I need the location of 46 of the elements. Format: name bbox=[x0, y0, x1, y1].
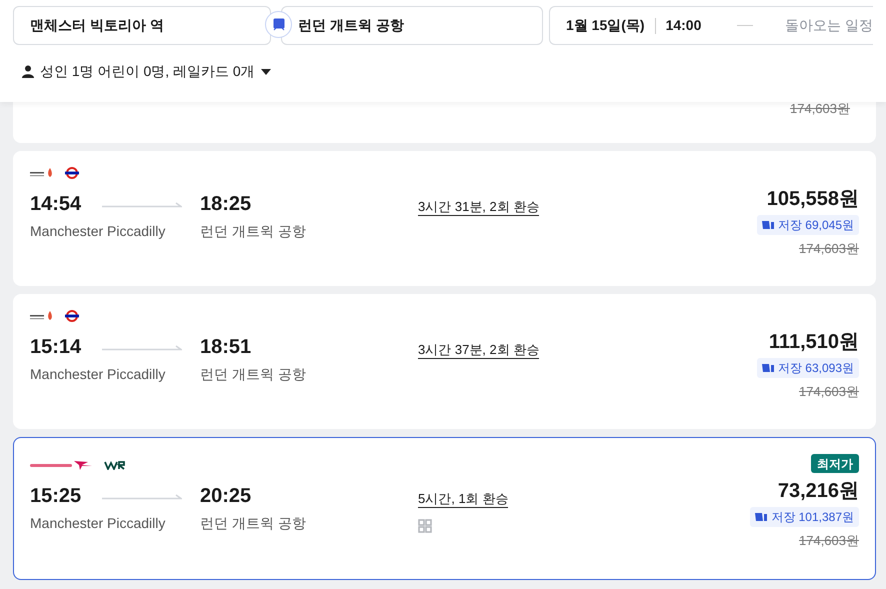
price: 105,558원 bbox=[766, 187, 859, 212]
result-card[interactable]: 최저가 15:25 Manchester Piccadilly 20:25 런던 개트윅 공항 5시간, 1회 환승 73,216원 저장 101,387원 174,603원 bbox=[13, 437, 876, 580]
arrival-time: 18:51 bbox=[200, 335, 252, 360]
original-price: 174,603원 bbox=[799, 532, 859, 550]
time-text: 14:00 bbox=[666, 16, 702, 35]
arrival-station: 런던 개트윅 공항 bbox=[200, 223, 306, 239]
departure-time: 14:54 bbox=[30, 192, 82, 217]
destination-field[interactable]: 런던 개트윅 공항 bbox=[281, 6, 543, 45]
saving-text: 저장 63,093원 bbox=[778, 360, 854, 377]
result-card[interactable]: 174,603원 bbox=[13, 100, 876, 143]
caret-icon bbox=[260, 68, 271, 74]
date-text: 1월 15일(목) bbox=[566, 16, 645, 35]
railcard-icon bbox=[762, 363, 774, 373]
result-card[interactable]: 14:54 Manchester Piccadilly 18:25 런던 개트윅 공항 3시간 31분, 2회 환승 105,558원 저장 69,045원 174,603원 bbox=[13, 151, 876, 286]
date-field[interactable]: 1월 15일(목) 14:00 돌아오는 일정 bbox=[549, 6, 873, 45]
departure-station: Manchester Piccadilly bbox=[30, 366, 166, 382]
departure-station: Manchester Piccadilly bbox=[30, 223, 166, 239]
swap-button[interactable] bbox=[265, 11, 292, 38]
departure-time: 15:25 bbox=[30, 484, 82, 509]
duration-link[interactable]: 5시간, 1회 환승 bbox=[418, 491, 508, 508]
railcard-icon bbox=[762, 220, 774, 230]
arrival-station: 런던 개트윅 공항 bbox=[200, 515, 306, 531]
original-price: 174,603원 bbox=[799, 383, 859, 401]
railcard-icon bbox=[755, 512, 768, 522]
departure-time: 15:14 bbox=[30, 335, 82, 360]
saving-text: 저장 101,387원 bbox=[771, 509, 854, 526]
duration-link[interactable]: 3시간 37분, 2회 환승 bbox=[418, 342, 540, 359]
arrival-time: 18:25 bbox=[200, 192, 252, 217]
roundel-icon bbox=[64, 310, 80, 322]
departure-station: Manchester Piccadilly bbox=[30, 515, 166, 531]
return-date-placeholder: 돌아오는 일정 bbox=[785, 16, 873, 35]
passenger-selector[interactable]: 성인 1명 어린이 0명, 레일카드 0개 bbox=[22, 61, 271, 82]
person-icon bbox=[22, 65, 34, 78]
saving-text: 저장 69,045원 bbox=[778, 217, 854, 234]
result-card[interactable]: 15:14 Manchester Piccadilly 18:51 런던 개트윅 공항 3시간 37분, 2회 환승 111,510원 저장 63,093원 174,603원 bbox=[13, 294, 876, 429]
origin-field[interactable]: 맨체스터 빅토리아 역 bbox=[13, 6, 271, 45]
arrival-time: 20:25 bbox=[200, 484, 252, 509]
arrival-station: 런던 개트윅 공항 bbox=[200, 366, 306, 382]
roundel-icon bbox=[64, 167, 80, 179]
price: 73,216원 bbox=[778, 479, 859, 504]
original-price: 174,603원 bbox=[799, 240, 859, 258]
duration-link[interactable]: 3시간 31분, 2회 환승 bbox=[418, 199, 540, 216]
cheapest-badge: 최저가 bbox=[811, 454, 859, 473]
train-icon bbox=[272, 18, 284, 31]
original-price: 174,603원 bbox=[790, 100, 850, 118]
price: 111,510원 bbox=[768, 330, 859, 355]
